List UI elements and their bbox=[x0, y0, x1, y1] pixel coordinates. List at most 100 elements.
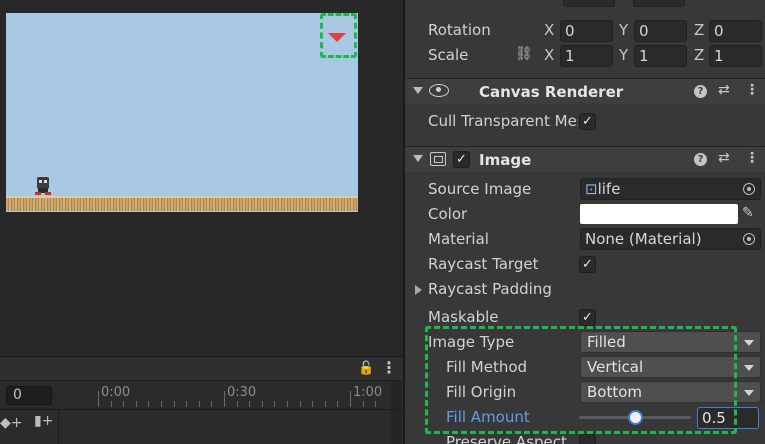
component-menu-icon[interactable]: ⋮ bbox=[745, 150, 759, 166]
fill-method-label: Fill Method bbox=[446, 358, 528, 376]
preset-settings-icon[interactable]: ⇄ bbox=[718, 82, 730, 98]
timeline-tick bbox=[337, 401, 339, 407]
source-image-label: Source Image bbox=[428, 180, 532, 198]
scale-y-axis-label[interactable]: Y bbox=[619, 46, 628, 64]
timeline-tick bbox=[135, 401, 137, 407]
foldout-arrow-icon[interactable] bbox=[413, 155, 423, 162]
game-scene-viewport[interactable] bbox=[6, 13, 358, 212]
timeline-tick bbox=[350, 391, 351, 407]
color-swatch[interactable] bbox=[580, 204, 738, 224]
timeline-tick bbox=[123, 401, 125, 407]
timeline-tick bbox=[287, 401, 288, 407]
chevron-down-icon bbox=[744, 365, 754, 371]
ground-strip bbox=[6, 196, 358, 211]
add-keyframe-icon[interactable]: ◆+ bbox=[0, 415, 23, 431]
raycast-target-checkbox[interactable]: ✓ bbox=[579, 256, 596, 273]
canvas-renderer-header[interactable]: Canvas Renderer ? ⇄ ⋮ bbox=[405, 78, 765, 104]
object-picker-icon[interactable] bbox=[743, 233, 755, 245]
scale-row: Scale ⛓ X 1 Y 1 Z 1 bbox=[405, 43, 765, 68]
color-row: Color ✎ bbox=[405, 202, 765, 227]
fill-amount-label: Fill Amount bbox=[446, 408, 530, 426]
image-component-header[interactable]: ✓ Image ? ⇄ ⋮ bbox=[405, 146, 765, 172]
object-picker-icon[interactable] bbox=[743, 183, 755, 195]
preserve-aspect-label: Preserve Aspect bbox=[446, 433, 567, 444]
fill-origin-value: Bottom bbox=[587, 383, 643, 401]
color-label: Color bbox=[428, 205, 468, 223]
inspector-panel: Rotation X 0 Y 0 Z 0 Scale ⛓ X 1 Y 1 Z 1… bbox=[405, 0, 765, 444]
source-image-value: life bbox=[597, 180, 621, 198]
raycast-padding-label[interactable]: Raycast Padding bbox=[428, 280, 552, 298]
position-row bbox=[405, 0, 765, 8]
rotation-x-axis-label[interactable]: X bbox=[544, 21, 554, 39]
help-icon[interactable]: ? bbox=[694, 85, 707, 98]
rotation-y-axis-label[interactable]: Y bbox=[619, 21, 628, 39]
timeline-tick bbox=[312, 401, 314, 407]
rotation-y-field[interactable]: 0 bbox=[634, 20, 687, 42]
animation-timeline: 🔓 ⋮ 0 0:00 0:30 1:00 ◆+ ▮+ bbox=[0, 356, 403, 444]
timeline-tick bbox=[186, 401, 188, 407]
help-icon[interactable]: ? bbox=[694, 153, 707, 166]
link-icon[interactable]: ⛓ bbox=[515, 46, 533, 62]
expand-arrow-icon[interactable] bbox=[415, 285, 422, 295]
eye-icon bbox=[429, 84, 449, 97]
timeline-tick-label: 0:00 bbox=[101, 385, 131, 400]
rotation-z-field[interactable]: 0 bbox=[709, 20, 762, 42]
fill-origin-dropdown[interactable]: Bottom bbox=[580, 381, 761, 403]
scale-x-axis-label[interactable]: X bbox=[544, 46, 554, 64]
scale-z-field[interactable]: 1 bbox=[709, 45, 762, 67]
cull-transparent-checkbox[interactable]: ✓ bbox=[579, 113, 596, 130]
source-image-field[interactable]: ⊡life bbox=[580, 178, 761, 200]
eyedropper-icon[interactable]: ✎ bbox=[742, 205, 754, 221]
timeline-tick bbox=[224, 391, 225, 407]
rotation-x-field[interactable]: 0 bbox=[560, 20, 613, 42]
raycast-padding-row[interactable]: Raycast Padding bbox=[405, 277, 765, 302]
frame-input[interactable]: 0 bbox=[6, 386, 52, 405]
timeline-tick bbox=[324, 401, 326, 407]
timeline-scrollbar[interactable] bbox=[390, 381, 402, 444]
source-image-row: Source Image ⊡life bbox=[405, 177, 765, 202]
fill-method-dropdown[interactable]: Vertical bbox=[580, 356, 761, 378]
more-icon[interactable]: ⋮ bbox=[381, 358, 397, 377]
fill-amount-slider-handle[interactable] bbox=[628, 410, 643, 425]
material-label: Material bbox=[428, 230, 489, 248]
preset-settings-icon[interactable]: ⇄ bbox=[718, 150, 730, 166]
timeline-tick bbox=[211, 401, 213, 407]
scene-view-panel: 🔓 ⋮ 0 0:00 0:30 1:00 ◆+ ▮+ bbox=[0, 0, 403, 444]
maskable-checkbox[interactable]: ✓ bbox=[579, 309, 596, 326]
position-y-field[interactable] bbox=[633, 0, 685, 7]
image-type-label: Image Type bbox=[428, 333, 515, 351]
scale-y-field[interactable]: 1 bbox=[634, 45, 687, 67]
chevron-down-icon bbox=[744, 340, 754, 346]
timeline-divider bbox=[58, 410, 59, 444]
rotation-z-axis-label[interactable]: Z bbox=[694, 21, 704, 39]
canvas-renderer-title: Canvas Renderer bbox=[479, 83, 624, 101]
preserve-aspect-checkbox[interactable] bbox=[579, 434, 596, 444]
fill-origin-row: Fill Origin Bottom bbox=[405, 380, 765, 405]
timeline-tick bbox=[299, 401, 301, 407]
fill-method-value: Vertical bbox=[587, 358, 644, 376]
timeline-ruler[interactable]: 0:00 0:30 1:00 bbox=[98, 385, 388, 409]
scale-label: Scale bbox=[428, 46, 469, 64]
position-x-field[interactable] bbox=[563, 0, 615, 7]
add-event-icon[interactable]: ▮+ bbox=[34, 413, 53, 429]
raycast-target-row: Raycast Target ✓ bbox=[405, 252, 765, 277]
foldout-arrow-icon[interactable] bbox=[413, 87, 423, 94]
timeline-tick bbox=[249, 401, 251, 407]
image-type-value: Filled bbox=[587, 333, 626, 351]
image-type-dropdown[interactable]: Filled bbox=[580, 331, 761, 353]
component-menu-icon[interactable]: ⋮ bbox=[745, 82, 759, 98]
fill-amount-input[interactable]: 0.5 bbox=[697, 407, 759, 429]
timeline-tick bbox=[236, 401, 238, 407]
fill-origin-label: Fill Origin bbox=[446, 383, 517, 401]
timeline-tick-label: 0:30 bbox=[227, 385, 257, 400]
rotation-row: Rotation X 0 Y 0 Z 0 bbox=[405, 18, 765, 43]
raycast-target-label: Raycast Target bbox=[428, 255, 539, 273]
material-field[interactable]: None (Material) bbox=[580, 228, 761, 250]
life-marker-icon bbox=[328, 33, 346, 42]
image-enabled-checkbox[interactable]: ✓ bbox=[453, 151, 470, 168]
lock-icon[interactable]: 🔓 bbox=[358, 361, 374, 376]
chevron-down-icon bbox=[744, 390, 754, 396]
scale-z-axis-label[interactable]: Z bbox=[694, 46, 704, 64]
fill-method-row: Fill Method Vertical bbox=[405, 355, 765, 380]
scale-x-field[interactable]: 1 bbox=[560, 45, 613, 67]
